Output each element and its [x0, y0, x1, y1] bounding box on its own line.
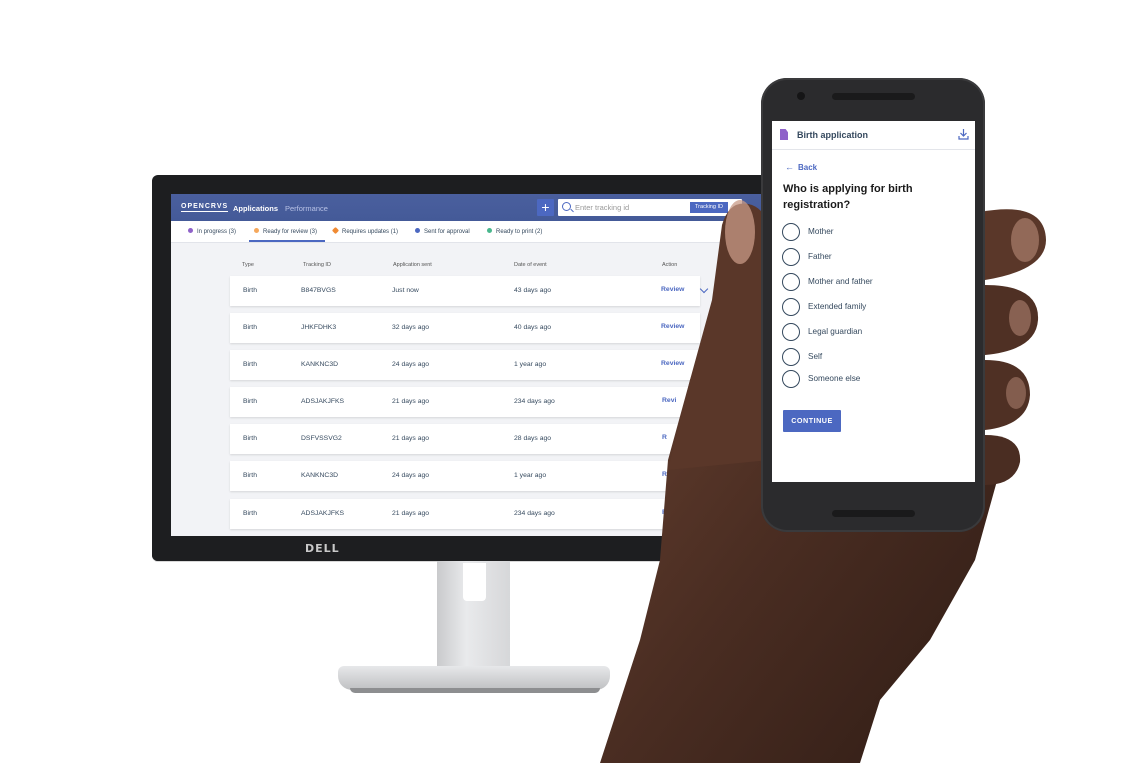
option-label: Mother — [808, 227, 834, 236]
phone-screen: Birth application ← Back Who is applying … — [772, 121, 975, 482]
app-header: Birth application — [772, 121, 975, 150]
fingernail — [1011, 218, 1039, 262]
question-heading: Who is applying for birth registration? — [783, 183, 913, 211]
radio-button[interactable] — [782, 273, 800, 291]
fingernail — [1009, 300, 1031, 336]
page-title: Birth application — [797, 130, 869, 140]
radio-button[interactable] — [782, 298, 800, 316]
thumbnail — [725, 200, 755, 264]
option-label: Self — [808, 352, 823, 361]
back-button[interactable]: ← Back — [785, 162, 817, 172]
phone-camera — [797, 92, 805, 100]
finger-4 — [985, 435, 1021, 485]
back-label: Back — [798, 163, 818, 172]
radio-button[interactable] — [782, 248, 800, 266]
option-label: Extended family — [808, 302, 867, 311]
hand-thumb — [668, 203, 775, 470]
radio-button[interactable] — [782, 323, 800, 341]
continue-button[interactable]: CONTINUE — [783, 410, 841, 432]
download-icon[interactable] — [958, 128, 969, 140]
option-label: Legal guardian — [808, 327, 863, 336]
fingernail — [1006, 377, 1026, 409]
option-label: Someone else — [808, 374, 861, 383]
radio-button[interactable] — [782, 223, 800, 241]
phone-bottom-speaker — [832, 510, 915, 517]
option-label: Father — [808, 252, 832, 261]
phone-speaker — [832, 93, 915, 100]
option-label: Mother and father — [808, 277, 873, 286]
document-icon — [780, 129, 788, 140]
arrow-left-icon: ← — [785, 162, 794, 172]
radio-button[interactable] — [782, 348, 800, 366]
radio-button[interactable] — [782, 370, 800, 388]
